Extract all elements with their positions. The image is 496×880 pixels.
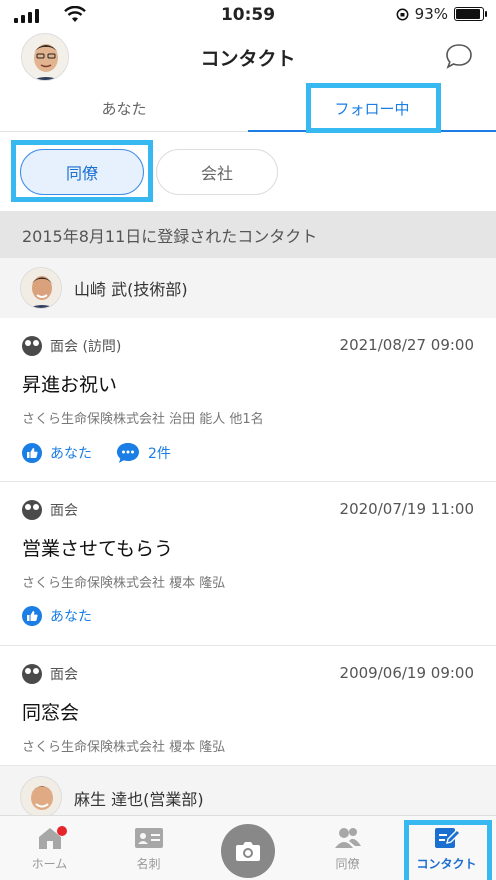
notification-badge xyxy=(57,826,67,836)
meeting-icon xyxy=(22,336,42,356)
contact-datetime: 2009/06/19 09:00 xyxy=(339,664,474,682)
person-name: 麻生 達也(営業部) xyxy=(74,790,204,809)
camera-icon xyxy=(236,842,260,861)
nav-label: 同僚 xyxy=(335,857,360,871)
comment-button[interactable]: 2件 xyxy=(116,442,171,464)
following-tab-highlight xyxy=(306,83,441,133)
contact-type: 面会 (訪問) xyxy=(50,339,122,355)
contact-company: さくら生命保険株式会社 治田 能人 他1名 xyxy=(22,412,264,427)
orientation-lock-icon xyxy=(396,8,409,20)
comment-count: 2件 xyxy=(148,446,171,462)
contacts-nav-highlight xyxy=(404,820,492,880)
colleagues-segment-highlight xyxy=(11,140,153,202)
contact-card[interactable]: 面会 (訪問) 2021/08/27 09:00 昇進お祝い さくら生命保険株式… xyxy=(0,318,496,482)
person-row[interactable]: 山崎 武(技術部) xyxy=(0,258,496,318)
contact-company: さくら生命保険株式会社 榎本 隆弘 xyxy=(22,576,226,591)
like-button[interactable]: あなた xyxy=(22,443,92,463)
colleagues-icon xyxy=(334,828,361,848)
like-button[interactable]: あなた xyxy=(22,606,92,626)
thumbs-up-icon xyxy=(22,443,42,463)
nav-colleagues[interactable]: 同僚 xyxy=(298,816,397,880)
nav-label: ホーム xyxy=(31,857,68,871)
nav-home[interactable]: ホーム xyxy=(0,816,99,880)
battery-icon xyxy=(454,7,487,21)
comment-icon xyxy=(117,443,139,463)
segment-company[interactable]: 会社 xyxy=(156,149,278,195)
page-title: コンタクト xyxy=(200,48,296,70)
meeting-icon xyxy=(22,664,42,684)
contact-title: 営業させてもらう xyxy=(22,538,174,560)
thumbs-up-icon xyxy=(22,606,42,626)
contact-title: 同窓会 xyxy=(22,702,80,724)
battery-percent: 93% xyxy=(414,5,448,23)
app-header: コンタクト xyxy=(0,30,496,84)
nav-label: 名刺 xyxy=(136,857,161,871)
person-avatar xyxy=(20,776,62,818)
contact-company: さくら生命保険株式会社 榎本 隆弘 xyxy=(22,740,226,755)
camera-button[interactable] xyxy=(221,824,275,878)
person-avatar xyxy=(20,267,62,309)
meeting-icon xyxy=(22,500,42,520)
tab-you[interactable]: あなた xyxy=(0,84,248,132)
nav-business-card[interactable]: 名刺 xyxy=(99,816,198,880)
contact-card[interactable]: 面会 2020/07/19 11:00 営業させてもらう さくら生命保険株式会社… xyxy=(0,482,496,646)
contact-title: 昇進お祝い xyxy=(22,374,118,396)
contact-datetime: 2021/08/27 09:00 xyxy=(339,336,474,354)
person-name: 山崎 武(技術部) xyxy=(74,280,188,299)
person-row[interactable]: 麻生 達也(営業部) xyxy=(0,766,496,818)
contact-datetime: 2020/07/19 11:00 xyxy=(339,500,474,518)
contact-type: 面会 xyxy=(50,503,78,519)
chat-bubble-icon[interactable] xyxy=(444,42,474,70)
business-card-icon xyxy=(134,828,163,848)
status-bar: 10:59 93% xyxy=(0,0,496,30)
section-header: 2015年8月11日に登録されたコンタクト xyxy=(0,211,496,258)
like-label: あなた xyxy=(50,609,92,625)
contact-type: 面会 xyxy=(50,667,78,683)
like-label: あなた xyxy=(50,446,92,462)
contact-card[interactable]: 面会 2009/06/19 09:00 同窓会 さくら生命保険株式会社 榎本 隆… xyxy=(0,646,496,766)
